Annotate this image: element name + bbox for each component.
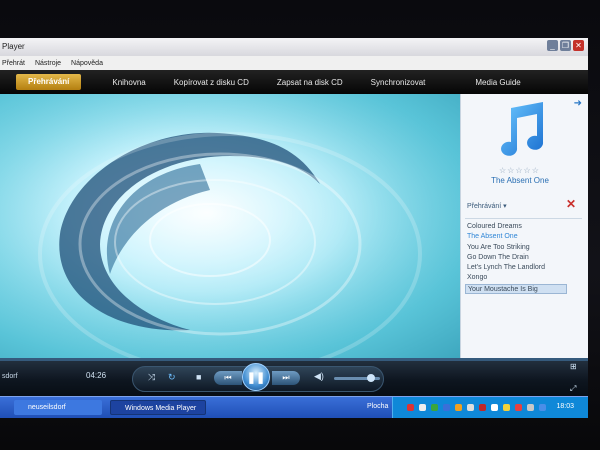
tab-rip[interactable]: Kopírovat z disku CD — [163, 78, 260, 87]
taskbar: neuseilsdorf Windows Media Player Plocha… — [0, 396, 588, 418]
swirl-visualization — [0, 94, 460, 358]
tray-icon[interactable] — [455, 404, 462, 411]
elapsed-time: 04:26 — [86, 371, 107, 380]
taskbar-item-folder[interactable]: neuseilsdorf — [14, 400, 102, 415]
arrow-right-icon[interactable]: ➜ — [574, 98, 582, 109]
previous-button[interactable]: ⏮ — [214, 371, 242, 385]
minimize-button[interactable]: _ — [547, 40, 558, 51]
rating-stars[interactable]: ☆☆☆☆☆ — [499, 166, 540, 175]
tab-library[interactable]: Knihovna — [101, 78, 156, 87]
maximize-button[interactable]: ❐ — [560, 40, 571, 51]
volume-knob[interactable] — [366, 374, 375, 382]
tab-now-playing[interactable]: Přehrávání — [16, 74, 82, 90]
playlist-item[interactable]: Let's Lynch The Landlord — [465, 263, 567, 273]
pause-button[interactable]: ❚❚ — [242, 363, 270, 391]
system-tray: Plocha 18:03 — [367, 397, 588, 418]
nav-tabs: Přehrávání Knihovna Kopírovat z disku CD… — [0, 70, 588, 94]
taskbar-item-media-player[interactable]: Windows Media Player — [110, 400, 206, 415]
tray-icon[interactable] — [503, 404, 510, 411]
playlist-item[interactable]: Xongo — [465, 273, 567, 283]
volume-icon[interactable]: ◀) — [314, 371, 324, 382]
tray-icon[interactable] — [479, 404, 486, 411]
music-note-icon — [501, 102, 544, 156]
tray-icon[interactable] — [443, 404, 450, 411]
tray-icon[interactable] — [467, 404, 474, 411]
track-name: sdorf — [2, 373, 18, 380]
stop-icon[interactable]: ■ — [196, 372, 201, 382]
playlist: Coloured Dreams The Absent One You Are T… — [465, 222, 567, 295]
mini-mode-icon[interactable]: ⊞ — [570, 362, 577, 371]
tray-icon[interactable] — [527, 404, 534, 411]
now-playing-pane: ➜ ☆☆☆☆☆ The Absent One Přehrávání ▾ ✕ Co… — [460, 94, 588, 358]
window-title: Player — [2, 42, 25, 51]
playlist-item-current[interactable]: The Absent One — [465, 232, 567, 242]
album-title[interactable]: The Absent One — [461, 176, 579, 185]
tab-sync[interactable]: Synchronizovat — [360, 78, 437, 87]
menu-tools[interactable]: Nástroje — [35, 60, 61, 67]
playlist-item-selected[interactable]: Your Moustache Is Big — [465, 283, 567, 295]
tab-burn[interactable]: Zapsat na disk CD — [266, 78, 354, 87]
playlist-item[interactable]: Coloured Dreams — [465, 222, 567, 232]
fullscreen-icon[interactable]: ⤢ — [570, 384, 576, 394]
shuffle-icon[interactable]: ⤨ — [148, 372, 155, 383]
repeat-icon[interactable]: ↻ — [168, 372, 176, 383]
playlist-item[interactable]: You Are Too Striking — [465, 243, 567, 253]
divider — [465, 218, 582, 219]
tray-icon[interactable] — [407, 404, 414, 411]
close-button[interactable]: ✕ — [573, 40, 584, 51]
desktop-toolbar[interactable]: Plocha — [367, 403, 388, 410]
menu-play[interactable]: Přehrát — [2, 60, 25, 67]
title-bar: Player _ ❐ ✕ — [0, 38, 588, 56]
tray-icon[interactable] — [515, 404, 522, 411]
menu-bar: Přehrát Nástroje Nápověda — [0, 56, 588, 70]
seek-bar[interactable] — [0, 358, 588, 361]
tray-icon[interactable] — [491, 404, 498, 411]
clock: 18:03 — [556, 403, 574, 410]
menu-help[interactable]: Nápověda — [71, 60, 103, 67]
tray-icon[interactable] — [419, 404, 426, 411]
next-button[interactable]: ⏭ — [272, 371, 300, 385]
playlist-item[interactable]: Go Down The Drain — [465, 253, 567, 263]
close-icon[interactable]: ✕ — [566, 197, 576, 211]
window-controls: _ ❐ ✕ — [547, 40, 584, 51]
visualization — [0, 94, 460, 358]
tray-icon[interactable] — [539, 404, 546, 411]
tab-media-guide[interactable]: Media Guide — [464, 78, 531, 87]
tray-icon[interactable] — [431, 404, 438, 411]
screen: Player _ ❐ ✕ Přehrát Nástroje Nápověda P… — [0, 38, 588, 418]
playlist-header[interactable]: Přehrávání ▾ — [467, 202, 507, 210]
